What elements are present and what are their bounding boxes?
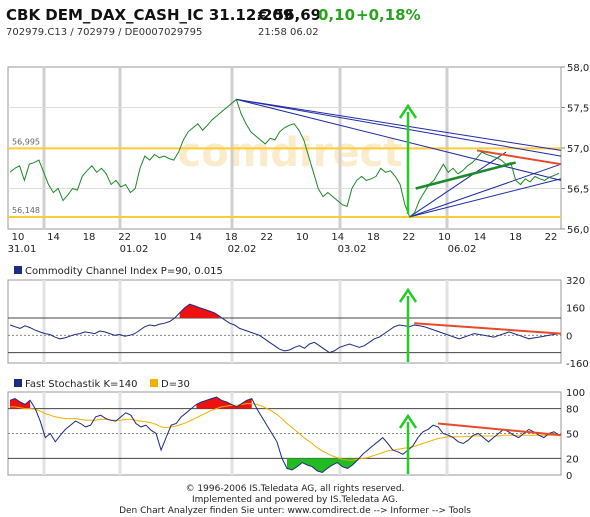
x-tick-label: 18 bbox=[225, 232, 238, 243]
x-tick-label: 18 bbox=[83, 232, 96, 243]
support-label: 56,995 bbox=[12, 137, 40, 146]
x-tick-label: 10 bbox=[438, 232, 451, 243]
y-tick-label: 0 bbox=[566, 331, 572, 342]
y-tick-label: 80 bbox=[566, 405, 579, 416]
y-tick-label: 56,0 bbox=[567, 225, 589, 236]
date-label: 31.01 bbox=[8, 244, 37, 255]
x-tick-label: 14 bbox=[331, 232, 344, 243]
support-label: 56,148 bbox=[12, 206, 40, 215]
footer: © 1996-2006 IS.Teledata AG, all rights r… bbox=[0, 484, 590, 517]
x-tick-label: 22 bbox=[545, 232, 558, 243]
y-tick-label: 160 bbox=[566, 304, 585, 315]
x-tick-label: 10 bbox=[12, 232, 25, 243]
x-tick-label: 22 bbox=[402, 232, 415, 243]
legend-swatch bbox=[14, 266, 22, 274]
y-tick-label: 100 bbox=[566, 388, 585, 399]
powered-by-text: Implemented and powered by IS.Teledata A… bbox=[192, 495, 398, 505]
y-tick-label: -160 bbox=[566, 359, 589, 370]
cci-legend-label: Commodity Channel Index P=90, 0.015 bbox=[25, 266, 223, 277]
stoch-k-legend-label: Fast Stochastik K=140 bbox=[25, 379, 138, 390]
x-tick-label: 22 bbox=[260, 232, 273, 243]
x-tick-label: 10 bbox=[154, 232, 167, 243]
y-tick-label: 320 bbox=[566, 276, 585, 287]
watermark-text: comdirect bbox=[178, 130, 403, 176]
chart-area: comdirect 56,995 56,148 58,0 57,5 57,0 56,5 5… bbox=[7, 63, 589, 482]
x-tick-label: 10 bbox=[296, 232, 309, 243]
y-tick-label: 20 bbox=[566, 454, 579, 465]
x-tick-label: 22 bbox=[118, 232, 131, 243]
copyright-text: © 1996-2006 IS.Teledata AG, all rights r… bbox=[185, 484, 405, 494]
date-label: 01.02 bbox=[120, 244, 149, 255]
y-tick-label: 56,5 bbox=[567, 185, 589, 196]
x-tick-label: 18 bbox=[509, 232, 522, 243]
chart-analyzer-text: Den Chart Analyzer finden Sie unter: www… bbox=[119, 506, 471, 516]
y-tick-label: 57,0 bbox=[567, 144, 589, 155]
y-tick-label: 50 bbox=[566, 430, 579, 441]
x-tick-label: 14 bbox=[47, 232, 60, 243]
date-label: 06.02 bbox=[448, 244, 477, 255]
x-tick-label: 14 bbox=[189, 232, 202, 243]
date-label: 02.02 bbox=[228, 244, 257, 255]
y-tick-label: 0 bbox=[566, 471, 572, 482]
legend-swatch bbox=[14, 379, 22, 387]
y-tick-label: 57,5 bbox=[567, 104, 589, 115]
y-tick-label: 58,0 bbox=[567, 63, 589, 74]
legend-swatch bbox=[150, 379, 158, 387]
date-label: 03.02 bbox=[338, 244, 367, 255]
x-tick-label: 14 bbox=[474, 232, 487, 243]
stoch-d-legend-label: D=30 bbox=[161, 379, 190, 390]
x-tick-label: 18 bbox=[367, 232, 380, 243]
